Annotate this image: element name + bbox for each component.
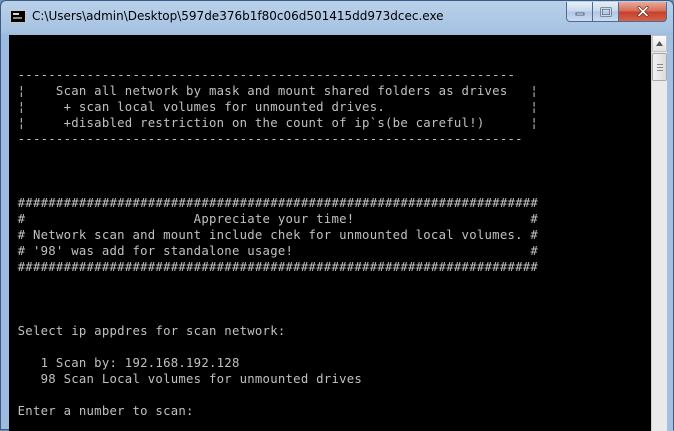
close-icon	[637, 6, 648, 17]
minimize-icon	[575, 12, 584, 15]
console-line: 1 Scan by: 192.168.192.128	[10, 356, 240, 370]
console-window: C:\Users\admin\Desktop\597de376b1f80c06d…	[0, 0, 674, 431]
console-line: ¦ + scan local volumes for unmounted dri…	[10, 100, 539, 114]
console-line: Select ip appdres for scan network:	[10, 324, 286, 338]
console-line: ----------------------------------------…	[10, 132, 523, 146]
scroll-thumb[interactable]	[652, 53, 667, 81]
console-line: ¦ +disabled restriction on the count of …	[10, 116, 539, 130]
console-line: ¦ Scan all network by mask and mount sha…	[10, 84, 539, 98]
console-line: # Appreciate your time! #	[10, 212, 539, 226]
chevron-up-icon	[656, 41, 663, 46]
maximize-icon	[600, 7, 611, 16]
console-line: ----------------------------------------…	[10, 68, 516, 82]
console-output[interactable]: ----------------------------------------…	[9, 35, 651, 431]
console-line: # '98' was add for standalone usage! #	[10, 244, 539, 258]
window-title: C:\Users\admin\Desktop\597de376b1f80c06d…	[32, 9, 444, 23]
console-line: # Network scan and mount include chek fo…	[10, 228, 539, 242]
vertical-scrollbar[interactable]	[651, 35, 667, 431]
minimize-button[interactable]	[566, 2, 593, 22]
console-line: ########################################…	[10, 196, 539, 210]
console-prompt[interactable]: Enter a number to scan:	[10, 403, 194, 419]
console-line: ########################################…	[10, 260, 539, 274]
scroll-up-button[interactable]	[652, 35, 667, 52]
close-button[interactable]	[618, 2, 667, 22]
console-line: 98 Scan Local volumes for unmounted driv…	[10, 372, 363, 386]
maximize-button[interactable]	[592, 2, 619, 22]
window-border	[667, 35, 673, 431]
console-app-icon[interactable]	[10, 10, 26, 23]
